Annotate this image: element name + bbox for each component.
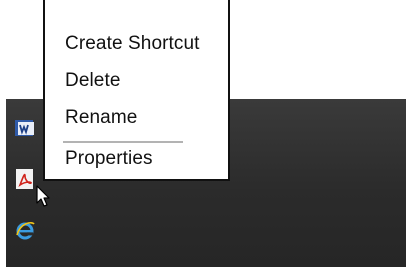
menu-item-rename[interactable]: Rename: [65, 107, 137, 129]
menu-item-properties[interactable]: Properties: [65, 148, 153, 170]
internet-explorer-icon[interactable]: [14, 219, 36, 241]
word-icon[interactable]: [14, 117, 36, 139]
screenshot: Create Shortcut Delete Rename Properties: [0, 0, 406, 267]
acrobat-icon[interactable]: [14, 168, 36, 190]
menu-item-create-shortcut[interactable]: Create Shortcut: [65, 33, 200, 55]
menu-separator: [63, 141, 183, 143]
menu-item-delete[interactable]: Delete: [65, 70, 121, 92]
context-menu: Create Shortcut Delete Rename Properties: [43, 0, 230, 181]
mouse-pointer-icon: [36, 185, 52, 209]
